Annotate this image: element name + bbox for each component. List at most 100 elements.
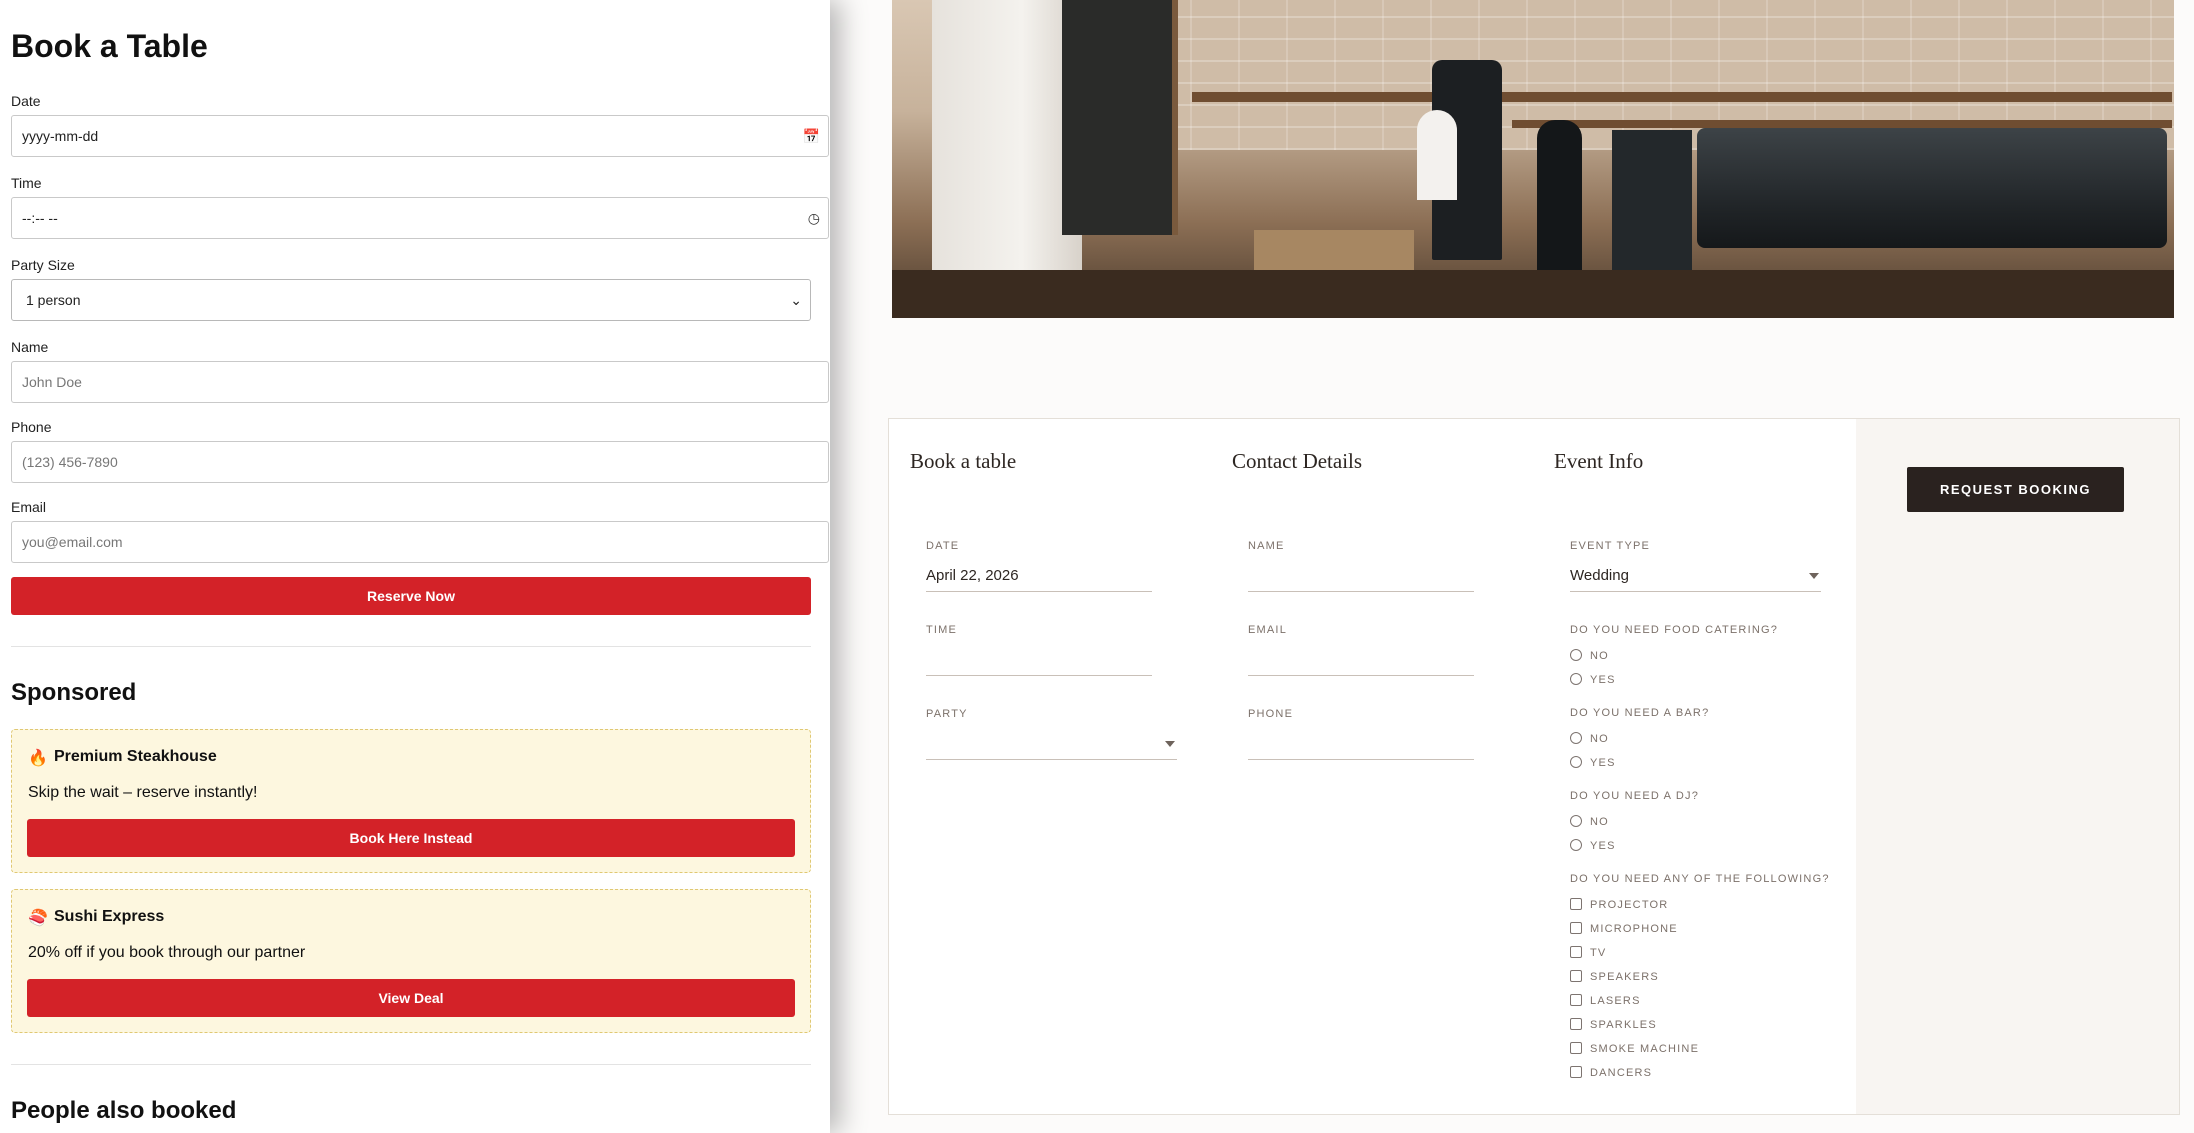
option-label: DANCERS	[1590, 1067, 1653, 1079]
people-also-booked-heading: People also booked	[11, 1097, 237, 1124]
booking-form: Book a table Contact Details Event Info …	[888, 418, 2180, 1115]
calendar-icon[interactable]: 📅	[803, 116, 820, 156]
fire-icon: 🔥	[28, 750, 48, 767]
dj-question: DO YOU NEED A DJ?	[1570, 790, 1700, 802]
sponsored-ad-card: 🍣 Sushi Express 20% off if you book thro…	[11, 889, 811, 1033]
smoke-machine-checkbox[interactable]: SMOKE MACHINE	[1570, 1041, 1699, 1057]
date-value: yyyy-mm-dd	[22, 128, 99, 144]
clock-icon[interactable]: ◷	[808, 198, 820, 238]
overlay-title: Book a Table	[11, 28, 208, 64]
date-input[interactable]: yyyy-mm-dd 📅	[11, 115, 829, 157]
party-size-value: 1 person	[26, 292, 81, 308]
radio-icon	[1570, 649, 1582, 661]
radio-icon	[1570, 839, 1582, 851]
checkbox-icon	[1570, 1018, 1582, 1030]
option-label: YES	[1590, 757, 1616, 769]
checkbox-icon	[1570, 1066, 1582, 1078]
sparkles-checkbox[interactable]: SPARKLES	[1570, 1017, 1657, 1033]
party-label: PARTY	[926, 708, 968, 720]
ad-title: Sushi Express	[54, 908, 165, 925]
option-label: YES	[1590, 840, 1616, 852]
coffee-grinder	[1537, 120, 1582, 280]
phone-input[interactable]: (123) 456-7890	[11, 441, 829, 483]
cafe-hero-image	[892, 0, 2174, 318]
catering-no-radio[interactable]: NO	[1570, 648, 1609, 664]
door	[932, 0, 1082, 280]
bar-yes-radio[interactable]: YES	[1570, 755, 1616, 771]
option-label: PROJECTOR	[1590, 899, 1669, 911]
radio-icon	[1570, 815, 1582, 827]
checkbox-icon	[1570, 1042, 1582, 1054]
time-label: TIME	[926, 624, 958, 636]
request-booking-button[interactable]: REQUEST BOOKING	[1907, 467, 2124, 512]
page: Book a table Contact Details Event Info …	[0, 0, 2194, 1133]
event-type-label: EVENT TYPE	[1570, 540, 1651, 552]
radio-icon	[1570, 673, 1582, 685]
projector-checkbox[interactable]: PROJECTOR	[1570, 897, 1668, 913]
name-field[interactable]	[1248, 561, 1474, 592]
reserve-now-button[interactable]: Reserve Now	[11, 577, 811, 615]
checkbox-icon	[1570, 946, 1582, 958]
option-label: TV	[1590, 947, 1607, 959]
phone-label: PHONE	[1248, 708, 1294, 720]
name-input[interactable]: John Doe	[11, 361, 829, 403]
ad-title: Premium Steakhouse	[54, 748, 217, 765]
following-question: DO YOU NEED ANY OF THE FOLLOWING?	[1570, 873, 1830, 885]
option-label: SMOKE MACHINE	[1590, 1043, 1700, 1055]
event-column-title: Event Info	[1554, 449, 1644, 473]
radio-icon	[1570, 756, 1582, 768]
party-size-select[interactable]: 1 person ⌄	[11, 279, 811, 321]
checkbox-icon	[1570, 898, 1582, 910]
chevron-down-icon: ⌄	[790, 292, 802, 308]
party-size-label: Party Size	[11, 257, 75, 273]
time-field[interactable]	[926, 645, 1152, 676]
tv-checkbox[interactable]: TV	[1570, 945, 1606, 961]
checkbox-icon	[1570, 922, 1582, 934]
option-label: SPARKLES	[1590, 1019, 1657, 1031]
catering-question: DO YOU NEED FOOD CATERING?	[1570, 624, 1779, 636]
sponsored-heading: Sponsored	[11, 679, 137, 706]
phone-label: Phone	[11, 419, 52, 435]
divider	[11, 646, 811, 647]
name-label: NAME	[1248, 540, 1285, 552]
email-label: EMAIL	[1248, 624, 1288, 636]
counter	[892, 270, 2174, 318]
booking-overlay-panel: Book a Table Date yyyy-mm-dd 📅 Time --:-…	[0, 0, 830, 1133]
booking-column-title: Book a table	[910, 449, 1017, 473]
lasers-checkbox[interactable]: LASERS	[1570, 993, 1641, 1009]
email-label: Email	[11, 499, 47, 515]
caret-down-icon	[1809, 573, 1819, 579]
espresso-machine	[1697, 128, 2167, 248]
dj-no-radio[interactable]: NO	[1570, 814, 1609, 830]
email-input[interactable]: you@email.com	[11, 521, 829, 563]
book-here-instead-button[interactable]: Book Here Instead	[27, 819, 795, 857]
option-label: NO	[1590, 816, 1609, 828]
coffee-grinder	[1612, 130, 1692, 280]
bar-question: DO YOU NEED A BAR?	[1570, 707, 1710, 719]
event-type-value: Wedding	[1570, 567, 1629, 584]
catering-yes-radio[interactable]: YES	[1570, 672, 1616, 688]
checkbox-icon	[1570, 970, 1582, 982]
phone-field[interactable]	[1248, 729, 1474, 760]
dj-yes-radio[interactable]: YES	[1570, 838, 1616, 854]
date-label: Date	[11, 93, 41, 109]
shelf	[1512, 120, 2172, 128]
date-field[interactable]: April 22, 2026	[926, 561, 1152, 592]
time-input[interactable]: --:-- -- ◷	[11, 197, 829, 239]
event-type-select[interactable]: Wedding	[1570, 561, 1821, 592]
microphone-checkbox[interactable]: MICROPHONE	[1570, 921, 1678, 937]
dancers-checkbox[interactable]: DANCERS	[1570, 1065, 1652, 1081]
bar-no-radio[interactable]: NO	[1570, 731, 1609, 747]
date-label: DATE	[926, 540, 960, 552]
sponsored-ad-card: 🔥 Premium Steakhouse Skip the wait – res…	[11, 729, 811, 873]
ad-description: Skip the wait – reserve instantly!	[28, 784, 258, 801]
option-label: NO	[1590, 650, 1609, 662]
party-select[interactable]	[926, 729, 1177, 760]
email-field[interactable]	[1248, 645, 1474, 676]
speakers-checkbox[interactable]: SPEAKERS	[1570, 969, 1659, 985]
view-deal-button[interactable]: View Deal	[27, 979, 795, 1017]
shelf	[1192, 92, 2172, 102]
booking-sidebar: REQUEST BOOKING	[1856, 419, 2179, 1114]
caret-down-icon	[1165, 741, 1175, 747]
option-label: YES	[1590, 674, 1616, 686]
